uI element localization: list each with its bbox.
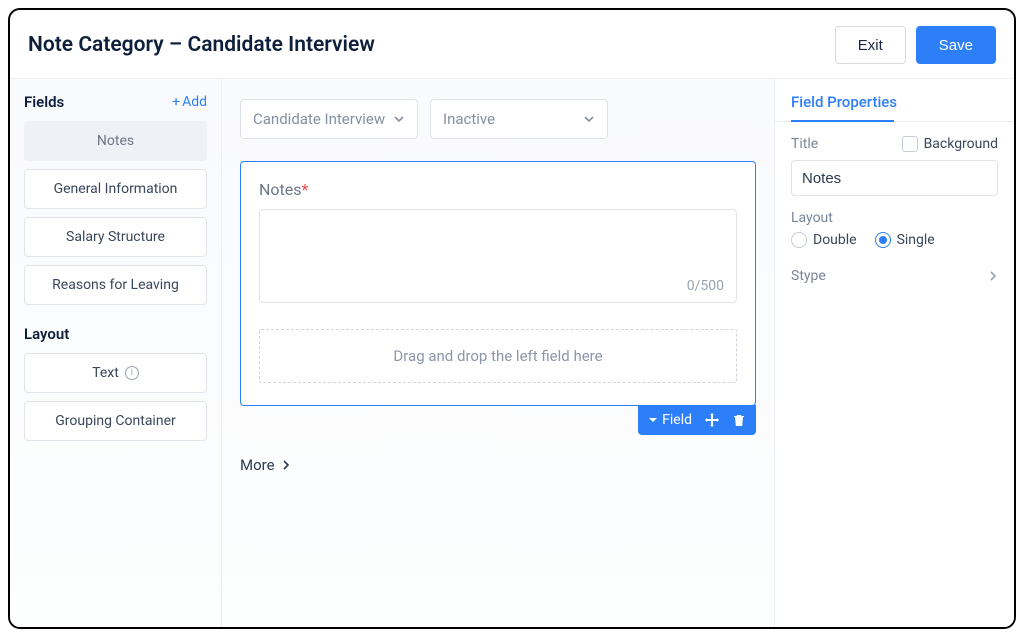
field-item-label: Salary Structure	[66, 229, 165, 245]
dropzone-text: Drag and drop the left field here	[393, 347, 602, 365]
radio-label: Single	[897, 232, 935, 248]
layout-radio-group: Double Single	[791, 232, 998, 248]
layout-label: Layout	[791, 210, 998, 226]
field-card-title: Notes	[259, 180, 302, 199]
layout-item-label: Text	[92, 365, 119, 381]
topbar: Note Category – Candidate Interview Exit…	[10, 10, 1014, 79]
layout-radio-double[interactable]: Double	[791, 232, 857, 248]
category-dropdown[interactable]: Candidate Interview	[240, 99, 418, 139]
main: Fields + Add Notes General Information S…	[10, 79, 1014, 627]
add-field-button[interactable]: + Add	[172, 94, 207, 110]
dropdown-label: Candidate Interview	[253, 110, 385, 128]
topbar-actions: Exit Save	[835, 26, 996, 64]
dropdown-label: Inactive	[443, 110, 495, 128]
radio-dot	[875, 232, 891, 248]
plus-icon: +	[172, 94, 180, 110]
trash-icon	[732, 413, 746, 427]
title-input[interactable]	[791, 160, 998, 196]
checkbox-box	[902, 136, 918, 152]
required-indicator: *	[302, 180, 309, 199]
radio-label: Double	[813, 232, 857, 248]
properties-tab[interactable]: Field Properties	[775, 79, 1014, 122]
notes-textarea[interactable]: 0/500	[259, 209, 737, 303]
canvas-top-row: Candidate Interview Inactive	[240, 99, 756, 139]
info-icon: i	[125, 366, 139, 380]
properties-panel: Field Properties Title Background Layout…	[774, 79, 1014, 627]
canvas: Candidate Interview Inactive Notes*	[222, 79, 774, 627]
layout-item-grouping-container[interactable]: Grouping Container	[24, 401, 207, 441]
field-item-reasons-for-leaving[interactable]: Reasons for Leaving	[24, 265, 207, 305]
layout-item-label: Grouping Container	[55, 413, 176, 429]
delete-button[interactable]	[732, 413, 746, 427]
exit-button[interactable]: Exit	[835, 26, 906, 64]
radio-dot	[791, 232, 807, 248]
layout-radio-single[interactable]: Single	[875, 232, 935, 248]
save-button[interactable]: Save	[916, 26, 996, 64]
more-label: More	[240, 456, 275, 474]
layout-item-text[interactable]: Text i	[24, 353, 207, 393]
app-window: Note Category – Candidate Interview Exit…	[8, 8, 1016, 629]
move-handle[interactable]	[704, 412, 720, 428]
add-label: Add	[182, 94, 207, 110]
stype-row[interactable]: Stype	[791, 264, 998, 288]
title-label: Title	[791, 136, 818, 152]
field-item-label: Reasons for Leaving	[52, 277, 179, 293]
stype-label: Stype	[791, 268, 826, 284]
more-button[interactable]: More	[240, 456, 756, 474]
chevron-down-icon	[393, 113, 405, 125]
sidebar-fields-header: Fields + Add	[24, 93, 207, 111]
status-dropdown[interactable]: Inactive	[430, 99, 608, 139]
field-item-label: General Information	[54, 181, 178, 197]
sidebar: Fields + Add Notes General Information S…	[10, 79, 222, 627]
layout-heading: Layout	[24, 325, 207, 343]
field-card-label: Notes*	[259, 180, 737, 199]
field-menu-button[interactable]: Field	[648, 412, 692, 428]
layout-list: Text i Grouping Container	[24, 353, 207, 441]
field-item-notes[interactable]: Notes	[24, 121, 207, 161]
chevron-right-icon	[281, 460, 291, 470]
title-row: Title Background	[791, 136, 998, 152]
field-item-salary-structure[interactable]: Salary Structure	[24, 217, 207, 257]
char-counter: 0/500	[687, 278, 724, 294]
background-label: Background	[924, 136, 998, 152]
chevron-right-icon	[988, 271, 998, 281]
field-item-label: Notes	[97, 133, 134, 149]
field-menu-label: Field	[662, 412, 692, 428]
fields-heading: Fields	[24, 93, 64, 111]
field-item-general-information[interactable]: General Information	[24, 169, 207, 209]
properties-body: Title Background Layout Double Sin	[775, 122, 1014, 302]
field-list: Notes General Information Salary Structu…	[24, 121, 207, 305]
background-checkbox[interactable]: Background	[902, 136, 998, 152]
field-toolbar: Field	[638, 405, 756, 435]
move-icon	[704, 412, 720, 428]
chevron-down-icon	[583, 113, 595, 125]
dropzone[interactable]: Drag and drop the left field here	[259, 329, 737, 383]
caret-down-icon	[648, 415, 658, 425]
page-title: Note Category – Candidate Interview	[28, 33, 375, 57]
field-card[interactable]: Notes* 0/500 Drag and drop the left fiel…	[240, 161, 756, 406]
properties-tab-label: Field Properties	[791, 93, 897, 111]
